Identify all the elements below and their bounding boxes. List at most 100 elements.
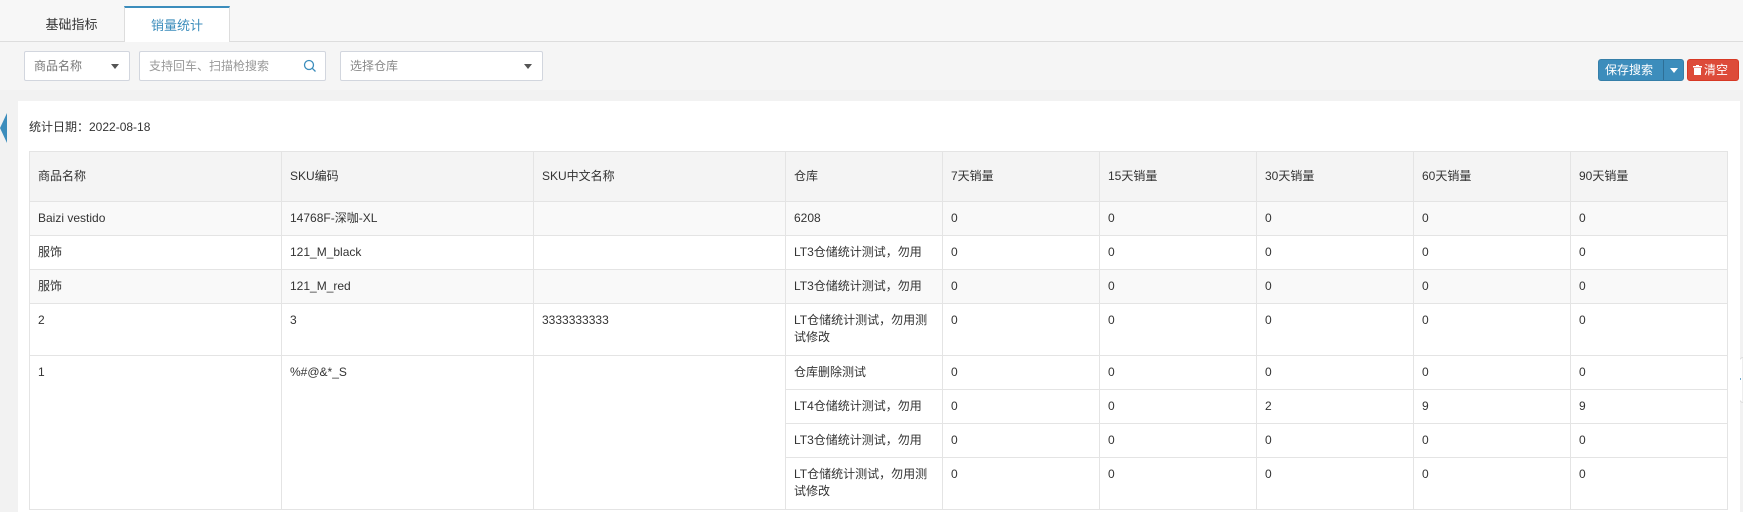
cell-product-name: 服饰	[29, 235, 282, 270]
cell-sales-15d: 0	[1099, 423, 1257, 458]
cell-sales-90d: 0	[1570, 201, 1728, 236]
table-row[interactable]: Baizi vestido 14768F-深咖-XL 6208 0 0 0 0 …	[29, 201, 1728, 236]
clear-button[interactable]: 清空	[1687, 59, 1739, 81]
col-sales-7d[interactable]: 7天销量	[942, 151, 1100, 202]
cell-sales-15d: 0	[1099, 389, 1257, 424]
cell-warehouse: LT仓储统计测试，勿用测试修改	[785, 303, 943, 356]
search-placeholder: 支持回车、扫描枪搜索	[149, 59, 270, 73]
cell-sales-60d: 0	[1413, 201, 1571, 236]
search-icon[interactable]	[303, 59, 317, 73]
cell-sales-60d: 9	[1413, 389, 1571, 424]
cell-sales-15d: 0	[1099, 355, 1257, 390]
cell-sales-60d: 0	[1413, 457, 1571, 510]
cell-product-name: 2	[29, 303, 282, 356]
cell-sales-30d: 0	[1256, 235, 1414, 270]
cell-sales-30d: 0	[1256, 303, 1414, 356]
save-search-label: 保存搜索	[1605, 63, 1654, 77]
col-sales-15d[interactable]: 15天销量	[1099, 151, 1257, 202]
cell-sku-cn-name	[533, 269, 786, 304]
cell-sales-7d: 0	[942, 423, 1100, 458]
product-name-select[interactable]: 商品名称	[24, 51, 130, 81]
cell-sales-30d: 0	[1256, 423, 1414, 458]
save-search-button[interactable]: 保存搜索	[1598, 59, 1684, 81]
cell-sales-90d: 0	[1570, 269, 1728, 304]
search-input[interactable]: 支持回车、扫描枪搜索	[139, 51, 326, 81]
cell-sales-60d: 0	[1413, 355, 1571, 390]
statistics-date: 统计日期：2022-08-18	[29, 120, 151, 134]
cell-sales-15d: 0	[1099, 201, 1257, 236]
sales-table: 商品名称 SKU编码 SKU中文名称 仓库 7天销量 15天销量 30天销量 6…	[29, 151, 1728, 510]
cell-product-name: 服饰	[29, 269, 282, 304]
col-product-name[interactable]: 商品名称	[29, 151, 282, 202]
cell-sku-cn-name	[533, 201, 786, 236]
product-name-select-value: 商品名称	[34, 59, 83, 73]
button-divider	[1663, 60, 1664, 80]
cell-sku-code: 3	[281, 303, 534, 356]
table-row[interactable]: 服饰 121_M_black LT3仓储统计测试，勿用 0 0 0 0 0	[29, 235, 1728, 270]
warehouse-select[interactable]: 选择仓库	[340, 51, 543, 81]
cell-sku-code: %#@&*_S	[281, 355, 534, 510]
cell-sales-60d: 0	[1413, 423, 1571, 458]
cell-sku-code: 121_M_black	[281, 235, 534, 270]
cell-sales-90d: 0	[1570, 457, 1728, 510]
cell-warehouse: LT3仓储统计测试，勿用	[785, 235, 943, 270]
cell-sales-15d: 0	[1099, 457, 1257, 510]
cell-warehouse: LT3仓储统计测试，勿用	[785, 423, 943, 458]
cell-sales-30d: 2	[1256, 389, 1414, 424]
cell-sales-30d: 0	[1256, 201, 1414, 236]
cell-sales-30d: 0	[1256, 457, 1414, 510]
cell-sales-90d: 0	[1570, 423, 1728, 458]
cell-sku-cn-name	[533, 235, 786, 270]
sidebar-toggle-icon[interactable]	[0, 113, 7, 143]
cell-sales-7d: 0	[942, 235, 1100, 270]
cell-sales-60d: 0	[1413, 235, 1571, 270]
table-header-row: 商品名称 SKU编码 SKU中文名称 仓库 7天销量 15天销量 30天销量 6…	[29, 151, 1728, 202]
col-sku-cn-name[interactable]: SKU中文名称	[533, 151, 786, 202]
col-sales-90d[interactable]: 90天销量	[1570, 151, 1728, 202]
chevron-down-icon[interactable]	[1670, 68, 1678, 73]
col-warehouse[interactable]: 仓库	[785, 151, 943, 202]
cell-sales-90d: 9	[1570, 389, 1728, 424]
cell-sales-7d: 0	[942, 269, 1100, 304]
cell-sales-60d: 0	[1413, 269, 1571, 304]
cell-sales-15d: 0	[1099, 235, 1257, 270]
trash-icon	[1693, 65, 1702, 75]
cell-sku-code: 14768F-深咖-XL	[281, 201, 534, 236]
cell-sales-15d: 0	[1099, 269, 1257, 304]
cell-warehouse: LT4仓储统计测试，勿用	[785, 389, 943, 424]
cell-sales-30d: 0	[1256, 269, 1414, 304]
cell-sales-90d: 0	[1570, 303, 1728, 356]
table-row[interactable]: 2 3 3333333333 LT仓储统计测试，勿用测试修改 0 0 0 0 0	[29, 303, 1728, 356]
chevron-down-icon	[111, 64, 119, 69]
cell-sales-7d: 0	[942, 201, 1100, 236]
cell-sku-code: 121_M_red	[281, 269, 534, 304]
cell-sales-7d: 0	[942, 389, 1100, 424]
tab-basic-metrics[interactable]: 基础指标	[19, 6, 124, 43]
cell-sales-7d: 0	[942, 303, 1100, 356]
cell-sales-15d: 0	[1099, 303, 1257, 356]
tab-bar: 基础指标 销量统计	[0, 0, 1743, 43]
clear-label: 清空	[1704, 63, 1729, 77]
cell-warehouse: 仓库删除测试	[785, 355, 943, 390]
cell-sales-90d: 0	[1570, 235, 1728, 270]
tab-sales-statistics[interactable]: 销量统计	[124, 6, 230, 43]
col-sales-60d[interactable]: 60天销量	[1413, 151, 1571, 202]
cell-sales-7d: 0	[942, 457, 1100, 510]
col-sales-30d[interactable]: 30天销量	[1256, 151, 1414, 202]
cell-product-name: 1	[29, 355, 282, 510]
col-sku-code[interactable]: SKU编码	[281, 151, 534, 202]
cell-sales-7d: 0	[942, 355, 1100, 390]
cell-sales-90d: 0	[1570, 355, 1728, 390]
sales-statistics-panel: 统计日期：2022-08-18 商品名称 SKU编码 SKU中文名称 仓库 7天…	[18, 101, 1740, 512]
cell-sales-30d: 0	[1256, 355, 1414, 390]
filter-bar: 商品名称 支持回车、扫描枪搜索 选择仓库 保存搜索 清空	[0, 42, 1743, 90]
table-row[interactable]: 1 %#@&*_S 仓库删除测试 0 0 0 0 0	[29, 355, 1728, 510]
cell-product-name: Baizi vestido	[29, 201, 282, 236]
table-row[interactable]: 服饰 121_M_red LT3仓储统计测试，勿用 0 0 0 0 0	[29, 269, 1728, 304]
cell-sku-cn-name: 3333333333	[533, 303, 786, 356]
cell-warehouse: LT3仓储统计测试，勿用	[785, 269, 943, 304]
cell-warehouse: 6208	[785, 201, 943, 236]
cell-sales-60d: 0	[1413, 303, 1571, 356]
chevron-down-icon	[524, 64, 532, 69]
cell-sku-cn-name	[533, 355, 786, 510]
